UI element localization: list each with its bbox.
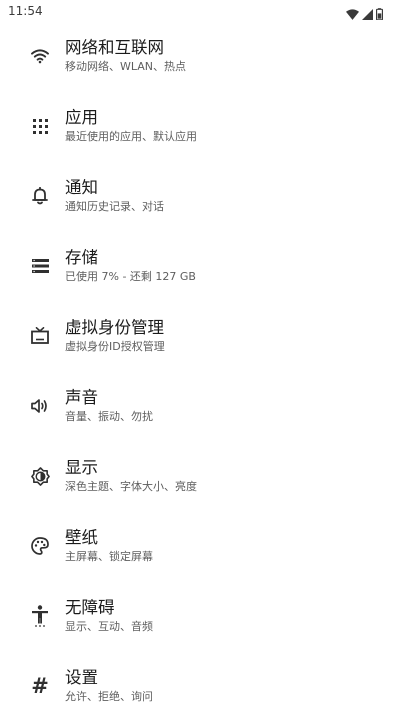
settings-item-apps[interactable]: 应用 最近使用的应用、默认应用 [0,90,405,160]
tv-icon [29,325,51,347]
settings-item-storage[interactable]: 存储 已使用 7% - 还剩 127 GB [0,230,405,300]
settings-item-title: 存储 [65,248,98,267]
settings-item-subtitle: 音量、振动、勿扰 [65,410,153,423]
settings-item-text: 网络和互联网 移动网络、WLAN、热点 [65,38,186,74]
brightness-icon [29,465,51,487]
settings-item-text: 无障碍 显示、互动、音频 [65,598,153,634]
settings-item-permissions[interactable]: # 设置 允许、拒绝、询问 [0,650,405,720]
hash-icon: # [31,674,49,698]
settings-item-title: 设置 [65,668,98,687]
settings-list: 网络和互联网 移动网络、WLAN、热点 应用 最近使用的应用、默认应用 通知 通… [0,20,405,720]
settings-item-title: 虚拟身份管理 [65,318,164,337]
settings-item-title: 显示 [65,458,98,477]
settings-item-subtitle: 移动网络、WLAN、热点 [65,60,187,73]
apps-grid-icon [29,115,51,137]
settings-item-subtitle: 显示、互动、音频 [65,620,153,633]
settings-item-text: 壁纸 主屏幕、锁定屏幕 [65,528,153,564]
settings-item-accessibility[interactable]: 无障碍 显示、互动、音频 [0,580,405,650]
palette-icon [29,535,51,557]
settings-item-title: 壁纸 [65,528,98,547]
settings-item-display[interactable]: 显示 深色主题、字体大小、亮度 [0,440,405,510]
settings-item-subtitle: 允许、拒绝、询问 [65,690,153,703]
accessibility-icon [29,605,51,627]
settings-item-text: 通知 通知历史记录、对话 [65,178,164,214]
bell-icon [29,185,51,207]
settings-item-text: 存储 已使用 7% - 还剩 127 GB [65,248,196,284]
settings-item-network[interactable]: 网络和互联网 移动网络、WLAN、热点 [0,20,405,90]
settings-item-text: 显示 深色主题、字体大小、亮度 [65,458,197,494]
status-time: 11:54 [8,4,43,18]
settings-item-text: 声音 音量、振动、勿扰 [65,388,153,424]
settings-item-sound[interactable]: 声音 音量、振动、勿扰 [0,370,405,440]
settings-item-title: 声音 [65,388,98,407]
settings-item-notifications[interactable]: 通知 通知历史记录、对话 [0,160,405,230]
settings-item-title: 应用 [65,108,98,127]
storage-icon [29,255,51,277]
wifi-icon [29,45,51,67]
volume-icon [29,395,51,417]
settings-item-title: 网络和互联网 [65,38,164,57]
settings-item-wallpaper[interactable]: 壁纸 主屏幕、锁定屏幕 [0,510,405,580]
settings-item-title: 通知 [65,178,98,197]
settings-item-subtitle: 已使用 7% - 还剩 127 GB [65,270,196,283]
settings-item-subtitle: 虚拟身份ID授权管理 [65,340,165,353]
settings-item-subtitle: 深色主题、字体大小、亮度 [65,480,197,493]
settings-item-virtual-identity[interactable]: 虚拟身份管理 虚拟身份ID授权管理 [0,300,405,370]
settings-item-subtitle: 主屏幕、锁定屏幕 [65,550,153,563]
settings-item-title: 无障碍 [65,598,115,617]
settings-item-subtitle: 通知历史记录、对话 [65,200,164,213]
settings-item-text: 应用 最近使用的应用、默认应用 [65,108,197,144]
settings-item-text: 虚拟身份管理 虚拟身份ID授权管理 [65,318,165,354]
settings-item-subtitle: 最近使用的应用、默认应用 [65,130,197,143]
settings-item-text: 设置 允许、拒绝、询问 [65,668,153,704]
